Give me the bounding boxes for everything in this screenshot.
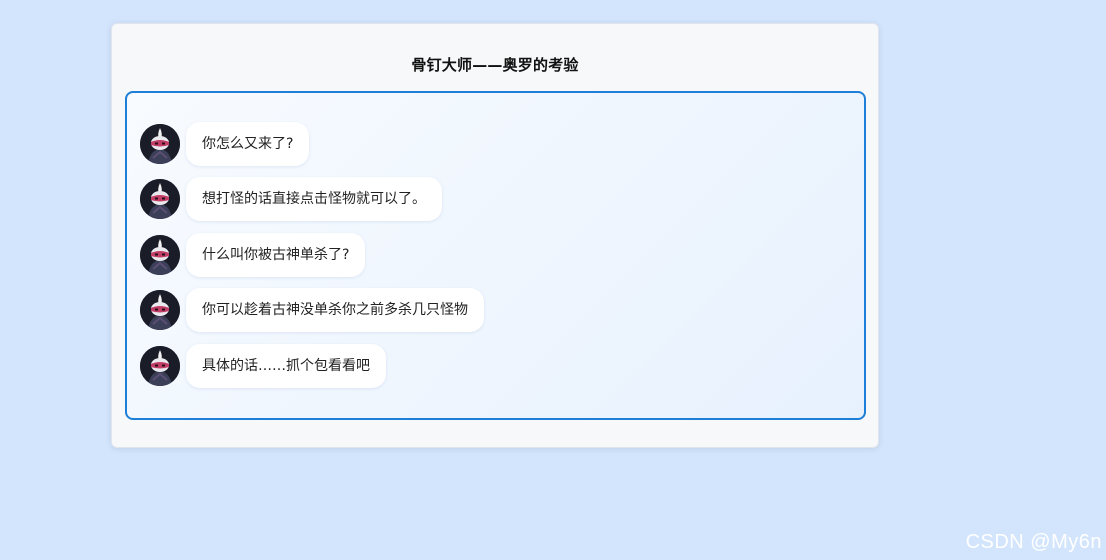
message-bubble: 你怎么又来了?: [186, 122, 310, 166]
chat-message: 具体的话……抓个包看看吧: [140, 344, 386, 388]
chat-card: 骨钉大师——奥罗的考验 你怎么又来了? 想打怪的话直接点击怪物就可以了。 什么叫…: [111, 23, 879, 448]
hollow-knight-avatar-icon: [140, 346, 180, 386]
hollow-knight-avatar-icon: [140, 290, 180, 330]
chat-message: 你怎么又来了?: [140, 122, 310, 166]
page-title: 骨钉大师——奥罗的考验: [411, 56, 579, 74]
chat-message: 想打怪的话直接点击怪物就可以了。: [140, 177, 442, 221]
hollow-knight-avatar-icon: [140, 179, 180, 219]
hollow-knight-avatar-icon: [140, 235, 180, 275]
chat-message: 什么叫你被古神单杀了?: [140, 233, 366, 277]
message-bubble: 你可以趁着古神没单杀你之前多杀几只怪物: [186, 288, 484, 332]
message-bubble: 想打怪的话直接点击怪物就可以了。: [186, 177, 442, 221]
hollow-knight-avatar-icon: [140, 124, 180, 164]
message-bubble: 什么叫你被古神单杀了?: [186, 233, 366, 277]
watermark: CSDN @My6n: [965, 531, 1102, 553]
message-bubble: 具体的话……抓个包看看吧: [186, 344, 386, 388]
chat-box: 你怎么又来了? 想打怪的话直接点击怪物就可以了。 什么叫你被古神单杀了? 你可以…: [125, 91, 866, 420]
chat-message: 你可以趁着古神没单杀你之前多杀几只怪物: [140, 288, 484, 332]
